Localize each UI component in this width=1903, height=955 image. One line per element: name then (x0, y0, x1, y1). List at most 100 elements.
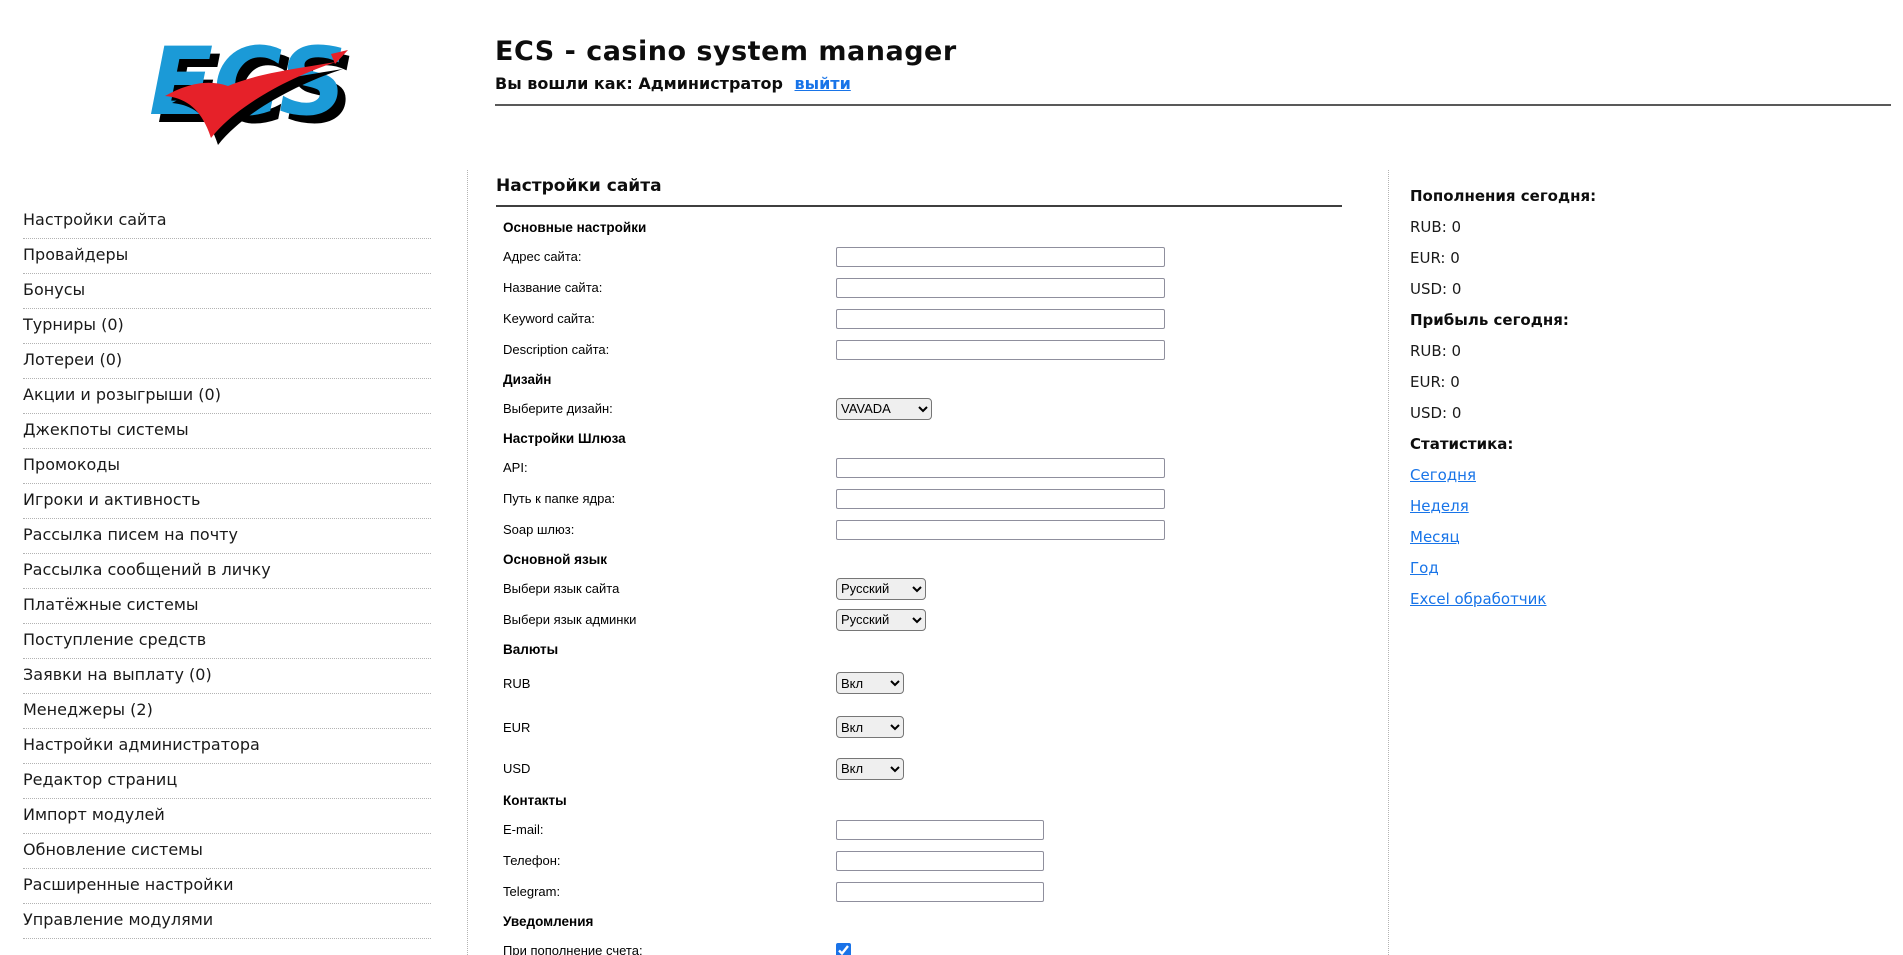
eur-row: EUR Вкл (503, 703, 1342, 751)
sidebar-item-advanced-settings[interactable]: Расширенные настройки (23, 869, 431, 904)
design-select[interactable]: VAVADA (836, 397, 932, 420)
sidebar-nav: Настройки сайта Провайдеры Бонусы Турнир… (0, 170, 467, 955)
sidebar-item-promotions[interactable]: Акции и розыгрыши (0) (23, 379, 431, 414)
description-row: Description сайта: (503, 334, 1342, 365)
section-basic-settings: Основные настройки (503, 219, 647, 235)
section-notifications: Уведомления (503, 913, 594, 929)
site-language-select[interactable]: Русский (836, 577, 926, 600)
ecs-logo-image: ECS ECS (149, 28, 355, 145)
keyword-row: Keyword сайта: (503, 303, 1342, 334)
panel-title: Настройки сайта (496, 176, 1342, 207)
soap-row: Soap шлюз: (503, 514, 1342, 545)
stats-link-year[interactable]: Год (1410, 559, 1439, 577)
api-input[interactable] (836, 457, 1165, 478)
api-row: API: (503, 452, 1342, 483)
sidebar-item-players-activity[interactable]: Игроки и активность (23, 484, 431, 519)
section-gateway: Настройки Шлюза (503, 430, 626, 446)
sidebar-menu: Настройки сайта Провайдеры Бонусы Турнир… (23, 204, 431, 939)
section-design: Дизайн (503, 371, 552, 387)
soap-gateway-input[interactable] (836, 519, 1165, 540)
keyword-label: Keyword сайта: (503, 311, 595, 326)
profit-usd-value: USD: 0 (1410, 403, 1462, 422)
site-language-label: Выбери язык сайта (503, 581, 620, 596)
usd-select[interactable]: Вкл (836, 757, 904, 780)
phone-label: Телефон: (503, 853, 561, 868)
rub-select[interactable]: Вкл (836, 672, 904, 694)
deposit-notification-checkbox[interactable] (836, 943, 851, 955)
section-contacts: Контакты (503, 792, 567, 808)
header: ECS ECS ECS - casino system manager Вы в… (0, 0, 1903, 170)
sidebar-item-managers[interactable]: Менеджеры (2) (23, 694, 431, 729)
sidebar-item-tournaments[interactable]: Турниры (0) (23, 309, 431, 344)
deposits-rub-value: RUB: 0 (1410, 217, 1462, 236)
sidebar-item-payment-systems[interactable]: Платёжные системы (23, 589, 431, 624)
deposits-usd-value: USD: 0 (1410, 279, 1462, 298)
sidebar-item-payout-requests[interactable]: Заявки на выплату (0) (23, 659, 431, 694)
site-address-input[interactable] (836, 246, 1165, 267)
soap-label: Soap шлюз: (503, 522, 575, 537)
description-input[interactable] (836, 339, 1165, 360)
header-text: ECS - casino system manager Вы вошли как… (495, 36, 1891, 106)
api-label: API: (503, 460, 528, 475)
sidebar-item-module-import[interactable]: Импорт модулей (23, 799, 431, 834)
telegram-input[interactable] (836, 881, 1044, 902)
design-label: Выберите дизайн: (503, 401, 613, 416)
ecs-logo: ECS ECS (135, 12, 355, 154)
sidebar-item-module-management[interactable]: Управление модулями (23, 904, 431, 939)
login-status: Вы вошли как: Администратор выйти (495, 74, 1891, 93)
stats-link-week[interactable]: Неделя (1410, 497, 1469, 515)
phone-row: Телефон: (503, 845, 1342, 876)
site-address-label: Адрес сайта: (503, 249, 582, 264)
usd-label: USD (503, 761, 531, 776)
eur-label: EUR (503, 719, 531, 735)
page-title: ECS - casino system manager (495, 36, 957, 67)
core-path-input[interactable] (836, 488, 1165, 509)
email-input[interactable] (836, 819, 1044, 840)
eur-select[interactable]: Вкл (836, 716, 904, 738)
site-language-row: Выбери язык сайта Русский (503, 573, 1342, 604)
telegram-row: Telegram: (503, 876, 1342, 907)
phone-input[interactable] (836, 850, 1044, 871)
core-path-row: Путь к папке ядра: (503, 483, 1342, 514)
deposits-eur-value: EUR: 0 (1410, 248, 1460, 267)
sidebar-item-admin-settings[interactable]: Настройки администратора (23, 729, 431, 764)
sidebar-item-site-settings[interactable]: Настройки сайта (23, 204, 431, 239)
deposit-notification-label: При пополнение счета: (503, 943, 643, 955)
sidebar-item-system-update[interactable]: Обновление системы (23, 834, 431, 869)
site-address-row: Адрес сайта: (503, 241, 1342, 272)
sidebar-item-page-editor[interactable]: Редактор страниц (23, 764, 431, 799)
logout-link[interactable]: выйти (795, 74, 851, 93)
rub-label: RUB (503, 675, 531, 691)
section-currencies: Валюты (503, 641, 559, 657)
stats-link-month[interactable]: Месяц (1410, 528, 1460, 546)
deposit-notification-row: При пополнение счета: (503, 935, 1342, 955)
sidebar-item-incoming-funds[interactable]: Поступление средств (23, 624, 431, 659)
rub-row: RUB Вкл (503, 663, 1342, 703)
sidebar-item-bonuses[interactable]: Бонусы (23, 274, 431, 309)
section-language: Основной язык (503, 551, 608, 567)
email-row: E-mail: (503, 814, 1342, 845)
sidebar-item-providers[interactable]: Провайдеры (23, 239, 431, 274)
keyword-input[interactable] (836, 308, 1165, 329)
telegram-label: Telegram: (503, 884, 561, 899)
profit-eur-value: EUR: 0 (1410, 372, 1460, 391)
login-prefix: Вы вошли как: Администратор (495, 74, 783, 93)
header-divider (495, 104, 1891, 106)
sidebar-item-promocodes[interactable]: Промокоды (23, 449, 431, 484)
profit-rub-value: RUB: 0 (1410, 341, 1462, 360)
sidebar-item-email-mailing[interactable]: Рассылка писем на почту (23, 519, 431, 554)
admin-language-row: Выбери язык админки Русский (503, 604, 1342, 635)
admin-language-select[interactable]: Русский (836, 608, 926, 631)
stats-link-today[interactable]: Сегодня (1410, 466, 1476, 484)
admin-language-label: Выбери язык админки (503, 612, 637, 627)
stats-link-excel[interactable]: Excel обработчик (1410, 590, 1546, 608)
site-settings-panel: Настройки сайта Основные настройки Адрес… (467, 170, 1389, 955)
site-settings-form: Основные настройки Адрес сайта: Название… (496, 213, 1342, 955)
sidebar-item-jackpots[interactable]: Джекпоты системы (23, 414, 431, 449)
sidebar-item-lotteries[interactable]: Лотереи (0) (23, 344, 431, 379)
site-name-input[interactable] (836, 277, 1165, 298)
sidebar-item-pm-mailing[interactable]: Рассылка сообщений в личку (23, 554, 431, 589)
usd-row: USD Вкл (503, 751, 1342, 786)
profit-today-title: Прибыль сегодня: (1410, 310, 1569, 329)
site-name-label: Название сайта: (503, 280, 603, 295)
